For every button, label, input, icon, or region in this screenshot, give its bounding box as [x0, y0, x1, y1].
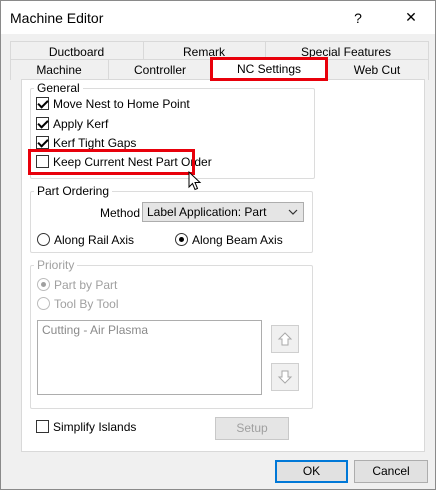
move-down-button[interactable] [271, 363, 299, 391]
tool-by-tool-radio[interactable] [37, 297, 50, 310]
kerf-tight-gaps-checkbox[interactable] [36, 136, 49, 149]
tab-machine[interactable]: Machine [10, 62, 108, 79]
kerf-tight-gaps-label[interactable]: Kerf Tight Gaps [53, 136, 136, 150]
priority-listbox[interactable]: Cutting - Air Plasma [37, 320, 262, 395]
window-title: Machine Editor [10, 10, 104, 26]
machine-editor-window: Machine Editor ? ✕ Ductboard Remark Spec… [0, 0, 436, 490]
arrow-up-icon [277, 332, 293, 346]
tab-nc-settings[interactable]: NC Settings [210, 57, 328, 81]
help-icon[interactable]: ? [335, 1, 381, 34]
method-select-value: Label Application: Part [147, 205, 267, 219]
move-up-button[interactable] [271, 325, 299, 353]
highlight-box [28, 149, 195, 175]
tab-web-cut[interactable]: Web Cut [327, 62, 427, 79]
apply-kerf-checkbox[interactable] [36, 117, 49, 130]
tab-controller[interactable]: Controller [108, 62, 212, 79]
setup-button[interactable]: Setup [215, 417, 289, 440]
along-beam-axis-radio[interactable] [175, 233, 188, 246]
part-by-part-label[interactable]: Part by Part [54, 278, 117, 292]
simplify-islands-label[interactable]: Simplify Islands [53, 420, 136, 434]
cancel-button[interactable]: Cancel [354, 460, 428, 483]
tool-by-tool-label[interactable]: Tool By Tool [54, 297, 118, 311]
title-bar: Machine Editor ? ✕ [1, 1, 435, 34]
part-by-part-radio[interactable] [37, 278, 50, 291]
along-beam-axis-label[interactable]: Along Beam Axis [192, 233, 283, 247]
simplify-islands-checkbox[interactable] [36, 420, 49, 433]
part-ordering-label: Part Ordering [34, 184, 113, 198]
along-rail-axis-label[interactable]: Along Rail Axis [54, 233, 134, 247]
arrow-down-icon [277, 370, 293, 384]
priority-label: Priority [34, 258, 78, 272]
move-nest-home-label[interactable]: Move Nest to Home Point [53, 97, 190, 111]
move-nest-home-checkbox[interactable] [36, 97, 49, 110]
close-icon[interactable]: ✕ [388, 1, 434, 34]
chevron-down-icon [288, 209, 298, 215]
apply-kerf-label[interactable]: Apply Kerf [53, 117, 108, 131]
general-group-label: General [34, 81, 83, 95]
list-item[interactable]: Cutting - Air Plasma [42, 323, 148, 337]
method-label: Method [100, 206, 141, 220]
mouse-cursor-icon [188, 171, 202, 191]
along-rail-axis-radio[interactable] [37, 233, 50, 246]
method-select[interactable]: Label Application: Part [142, 202, 304, 222]
ok-button[interactable]: OK [275, 460, 348, 483]
